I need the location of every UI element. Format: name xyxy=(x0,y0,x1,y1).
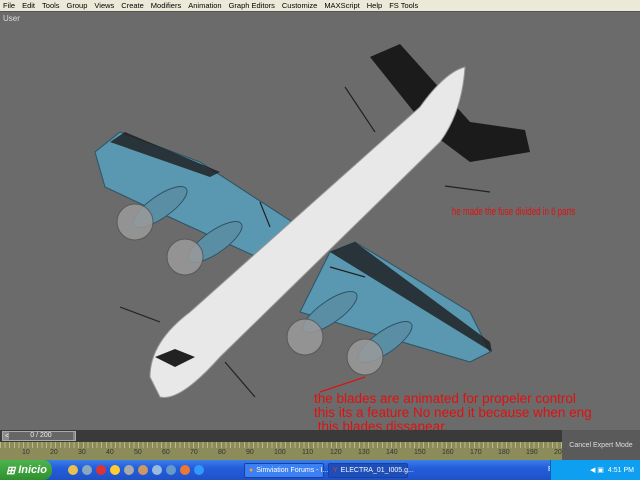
tick-label: 60 xyxy=(162,449,170,456)
menu-group[interactable]: Group xyxy=(67,1,88,10)
viewport-user[interactable]: User he made the fuse divided in 6 parts… xyxy=(0,11,640,434)
app-icon[interactable] xyxy=(166,465,176,475)
tick-label: 100 xyxy=(274,449,286,456)
menu-bar: File Edit Tools Group Views Create Modifiers An… xyxy=(0,0,640,11)
tray-icons[interactable]: ◀ ▣ xyxy=(590,466,604,474)
note-line: the blades are animated for propeler con… xyxy=(314,391,576,406)
tick-label: 190 xyxy=(526,449,538,456)
menu-fs-tools[interactable]: FS Tools xyxy=(389,1,418,10)
ie-icon[interactable] xyxy=(194,465,204,475)
clock[interactable]: 4:51 PM xyxy=(608,467,634,474)
app-icon[interactable] xyxy=(138,465,148,475)
tick-label: 120 xyxy=(330,449,342,456)
system-tray: ◀ ▣ 4:51 PM xyxy=(550,460,640,480)
tick-label: 130 xyxy=(358,449,370,456)
app-icon[interactable] xyxy=(152,465,162,475)
app-icon[interactable] xyxy=(96,465,106,475)
task-electra[interactable]: Y ELECTRA_01_I005.g... xyxy=(328,462,414,478)
app-icon[interactable] xyxy=(82,465,92,475)
task-simviation[interactable]: ● Simviation Forums - I... xyxy=(244,462,328,478)
task-label: Simviation Forums - I... xyxy=(256,466,329,474)
tick-label: 160 xyxy=(442,449,454,456)
menu-customize[interactable]: Customize xyxy=(282,1,317,10)
firefox-icon: ● xyxy=(249,466,254,474)
3dsmax-icon: Y xyxy=(333,466,338,474)
cancel-expert-mode-button[interactable]: Cancel Expert Mode xyxy=(562,430,640,460)
tick-label: 20 xyxy=(50,449,58,456)
time-slider[interactable]: <0 / 200> xyxy=(2,431,76,441)
track-ticks: 10 20 30 40 50 60 70 80 90 100 110 120 130 140 150 160 1… xyxy=(0,449,562,459)
start-label: Inicio xyxy=(18,464,47,476)
windows-logo-icon: ⊞ xyxy=(6,464,16,477)
airplane-model xyxy=(94,44,530,398)
menu-help[interactable]: Help xyxy=(367,1,382,10)
menu-modifiers[interactable]: Modifiers xyxy=(151,1,181,10)
menu-create[interactable]: Create xyxy=(121,1,144,10)
menu-graph-editors[interactable]: Graph Editors xyxy=(229,1,275,10)
menu-views[interactable]: Views xyxy=(94,1,114,10)
quick-launch xyxy=(64,465,204,475)
tick-label: 170 xyxy=(470,449,482,456)
tick-label: 30 xyxy=(78,449,86,456)
frame-counter[interactable]: 0 / 200 xyxy=(9,432,73,440)
tick-label: 40 xyxy=(106,449,114,456)
tick-label: 140 xyxy=(386,449,398,456)
tick-label: 10 xyxy=(22,449,30,456)
fuse-annotation: he made the fuse divided in 6 parts xyxy=(452,206,576,218)
tick-label: 20 xyxy=(554,449,562,456)
tick-label: 90 xyxy=(246,449,254,456)
app-icon[interactable] xyxy=(124,465,134,475)
menu-maxscript[interactable]: MAXScript xyxy=(324,1,359,10)
blades-annotation: the blades are animated for propeler con… xyxy=(314,392,592,434)
tick-label: 180 xyxy=(498,449,510,456)
folder-icon[interactable] xyxy=(68,465,78,475)
menu-tools[interactable]: Tools xyxy=(42,1,60,10)
menu-animation[interactable]: Animation xyxy=(188,1,221,10)
taskbar: ⊞ Inicio ● Simviation Forums - I... Y ELECT… xyxy=(0,460,640,480)
start-button[interactable]: ⊞ Inicio xyxy=(0,460,52,480)
tick-label: 110 xyxy=(302,449,314,456)
time-slider-bar: <0 / 200> xyxy=(0,430,640,442)
firefox-icon[interactable] xyxy=(180,465,190,475)
tick-label: 150 xyxy=(414,449,426,456)
tick-label: 50 xyxy=(134,449,142,456)
tick-label: 70 xyxy=(190,449,198,456)
menu-file[interactable]: File xyxy=(3,1,15,10)
task-label: ELECTRA_01_I005.g... xyxy=(340,466,414,474)
tick-label: 80 xyxy=(218,449,226,456)
menu-edit[interactable]: Edit xyxy=(22,1,35,10)
app-icon[interactable] xyxy=(110,465,120,475)
note-line: this its a feature No need it because wh… xyxy=(314,405,592,420)
